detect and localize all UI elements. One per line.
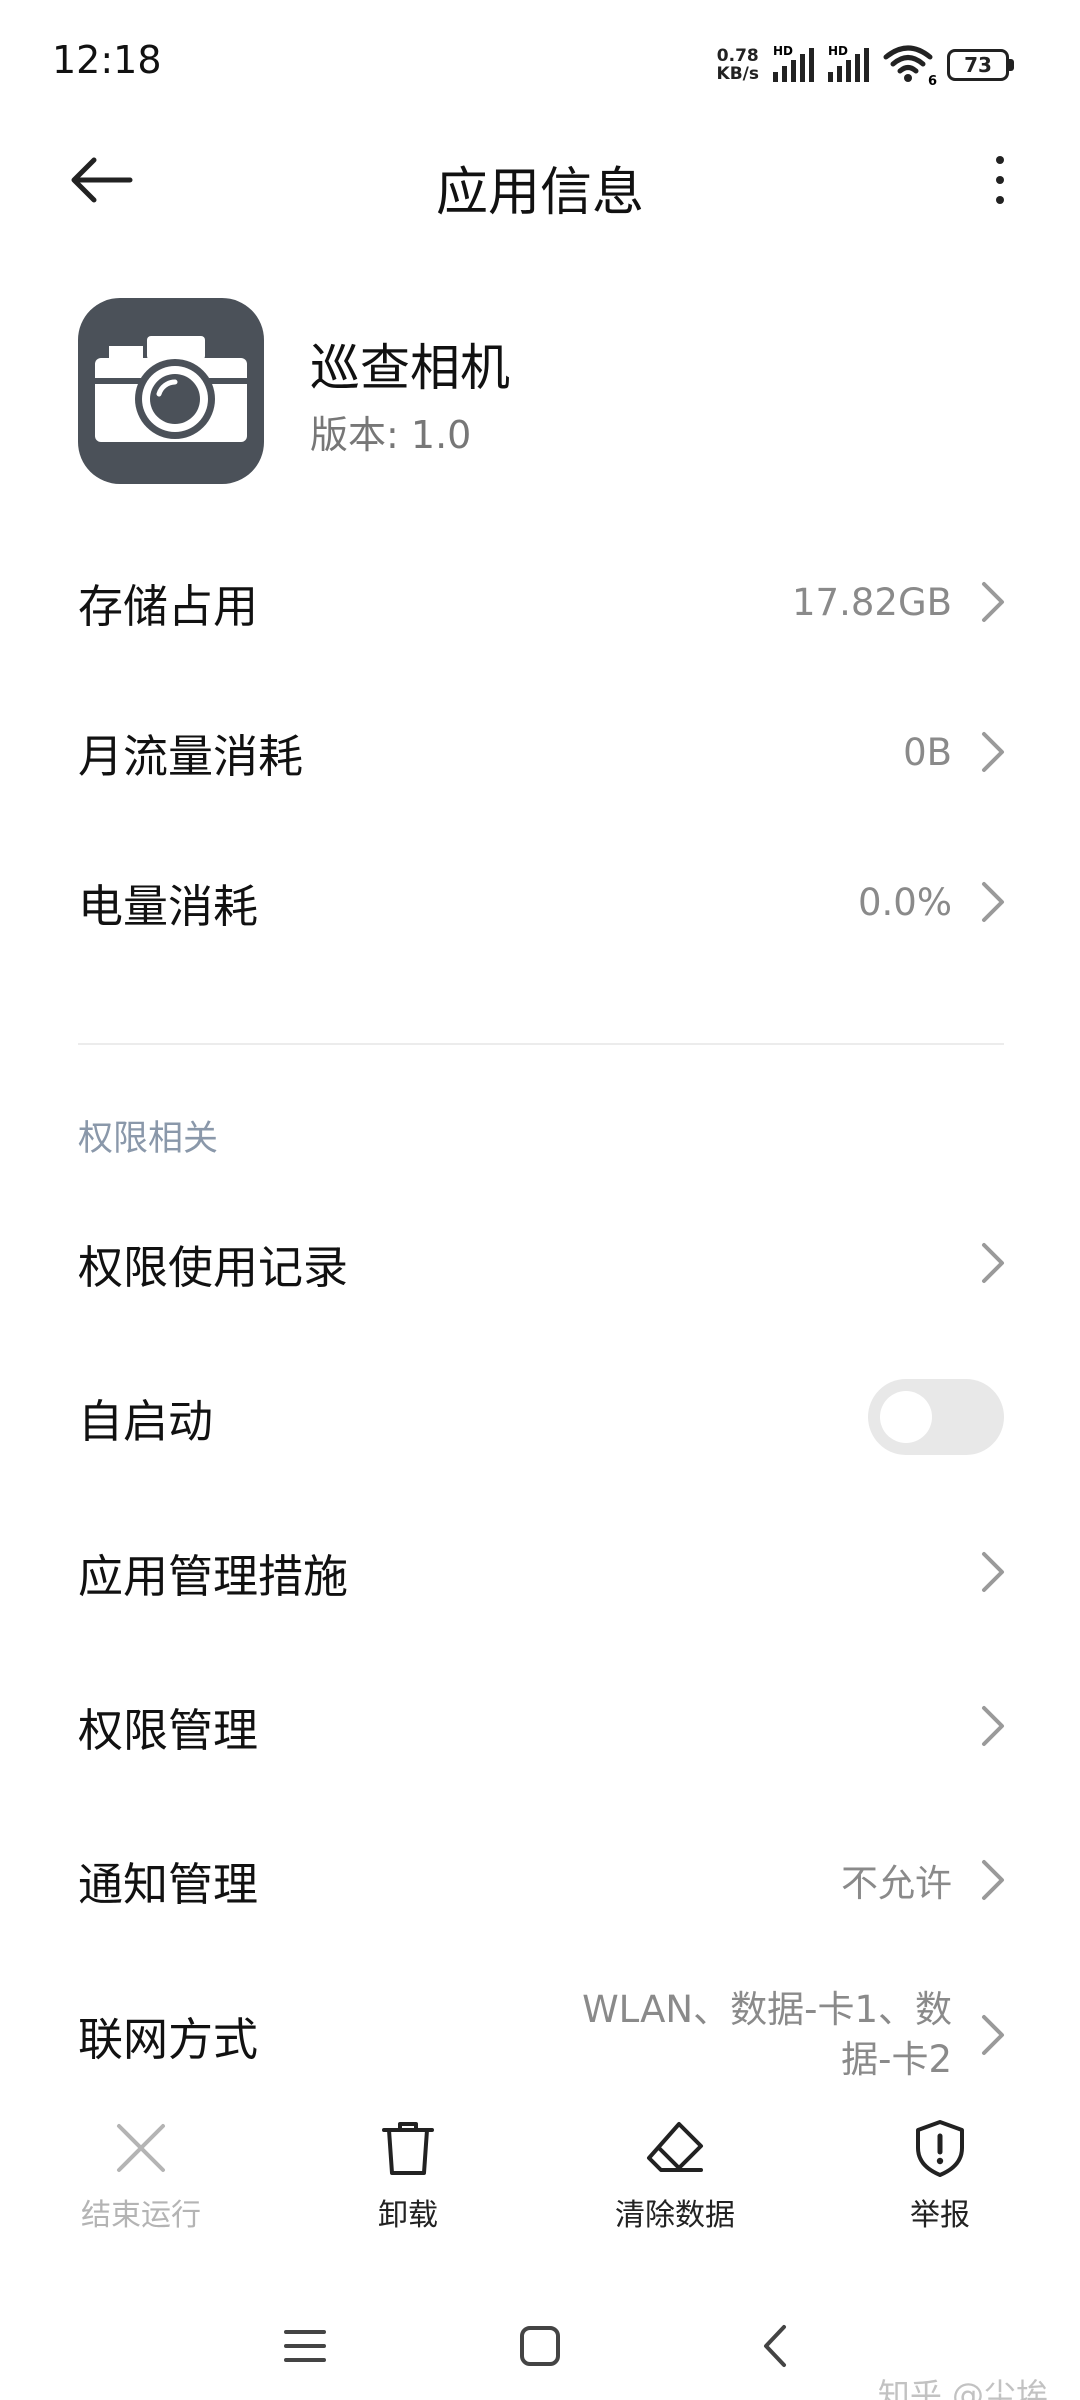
permission-management-label: 权限管理 xyxy=(78,1703,259,1757)
battery-level: 73 xyxy=(964,53,992,77)
home-square-icon xyxy=(520,2326,560,2366)
app-version-label: 版本: xyxy=(310,413,399,457)
app-version: 版本: 1.0 xyxy=(310,404,471,459)
chevron-right-icon xyxy=(982,882,1004,922)
recent-apps-button[interactable] xyxy=(265,2306,345,2386)
autostart-row: 自启动 xyxy=(0,1342,1080,1492)
close-icon xyxy=(117,2124,165,2172)
shield-alert-icon xyxy=(916,2120,964,2177)
autostart-label: 自启动 xyxy=(78,1394,214,1448)
management-measures-row[interactable]: 应用管理措施 xyxy=(0,1497,1080,1647)
more-vertical-icon xyxy=(996,156,1004,164)
force-stop-label: 结束运行 xyxy=(81,2198,201,2233)
sim2-hd-label: HD xyxy=(828,44,849,58)
watermark: 知乎 @尘埃 xyxy=(877,2376,1048,2400)
notification-management-label: 通知管理 xyxy=(78,1857,259,1911)
clear-data-button[interactable]: 清除数据 xyxy=(575,2090,775,2240)
back-nav-button[interactable] xyxy=(735,2306,815,2386)
report-button[interactable]: 举报 xyxy=(840,2090,1040,2240)
battery-usage-row[interactable]: 电量消耗 0.0% xyxy=(0,827,1080,977)
chevron-left-icon xyxy=(764,2325,786,2367)
uninstall-label: 卸载 xyxy=(378,2198,438,2233)
chevron-right-icon xyxy=(982,1552,1004,1592)
battery-icon: 73 xyxy=(947,49,1014,81)
eraser-icon xyxy=(647,2122,703,2172)
status-icons: 0.78 KB/s HD HD 6 73 xyxy=(717,40,1014,90)
battery-usage-value: 0.0% xyxy=(858,880,952,924)
notification-management-row[interactable]: 通知管理 不允许 xyxy=(0,1805,1080,1955)
network-speed-value: 0.78 xyxy=(716,46,759,66)
permission-usage-record-row[interactable]: 权限使用记录 xyxy=(0,1188,1080,1338)
wifi-label: 6 xyxy=(927,74,937,89)
chevron-right-icon xyxy=(982,1243,1004,1283)
menu-icon xyxy=(284,2330,326,2362)
wifi-icon xyxy=(883,45,933,82)
report-label: 举报 xyxy=(910,2198,970,2233)
management-measures-label: 应用管理措施 xyxy=(78,1549,349,1603)
trash-icon xyxy=(382,2122,434,2175)
network-speed: 0.78 KB/s xyxy=(717,47,759,83)
status-bar: 12:18 0.78 KB/s HD HD 6 73 xyxy=(0,0,1080,120)
battery-usage-label: 电量消耗 xyxy=(78,879,259,933)
permission-usage-record-label: 权限使用记录 xyxy=(78,1240,349,1294)
permissions-section-title: 权限相关 xyxy=(78,1119,219,1159)
data-usage-value: 0B xyxy=(903,730,952,774)
app-name: 巡查相机 xyxy=(310,339,510,397)
camera-icon xyxy=(91,336,251,442)
toggle-knob xyxy=(880,1391,932,1443)
chevron-right-icon xyxy=(982,732,1004,772)
storage-row[interactable]: 存储占用 17.82GB xyxy=(0,527,1080,677)
data-usage-row[interactable]: 月流量消耗 0B xyxy=(0,677,1080,827)
status-time: 12:18 xyxy=(52,38,162,82)
signal-sim1-icon: HD xyxy=(773,44,814,82)
storage-label: 存储占用 xyxy=(78,579,259,633)
more-options-button[interactable] xyxy=(970,144,1030,216)
home-button[interactable] xyxy=(500,2306,580,2386)
autostart-toggle[interactable] xyxy=(868,1379,1004,1455)
data-usage-label: 月流量消耗 xyxy=(78,729,304,783)
chevron-right-icon xyxy=(982,1860,1004,1900)
network-mode-label: 联网方式 xyxy=(78,2012,259,2066)
signal-sim2-icon: HD xyxy=(828,44,869,82)
app-version-value: 1.0 xyxy=(410,413,472,457)
sim1-hd-label: HD xyxy=(773,44,794,58)
app-summary: 巡查相机 版本: 1.0 xyxy=(78,298,1008,488)
chevron-right-icon xyxy=(982,2015,1004,2055)
network-mode-value: WLAN、数据-卡1、数据-卡2 xyxy=(582,1988,952,2081)
notification-management-value: 不允许 xyxy=(841,1862,952,1905)
section-divider xyxy=(78,1043,1004,1045)
bottom-action-bar: 结束运行 卸载 清除数据 举报 xyxy=(0,2090,1080,2240)
clear-data-label: 清除数据 xyxy=(615,2198,735,2233)
wifi-status: 6 xyxy=(883,43,937,89)
app-info-screen: 12:18 0.78 KB/s HD HD 6 73 应用信息 巡查相机 版本:… xyxy=(0,0,1080,2400)
force-stop-button[interactable]: 结束运行 xyxy=(41,2090,241,2240)
storage-value: 17.82GB xyxy=(792,580,952,624)
network-mode-row[interactable]: 联网方式 WLAN、数据-卡1、数据-卡2 xyxy=(0,1960,1080,2110)
app-icon xyxy=(78,298,264,484)
network-speed-unit: KB/s xyxy=(716,64,759,84)
uninstall-button[interactable]: 卸载 xyxy=(308,2090,508,2240)
chevron-right-icon xyxy=(982,582,1004,622)
header: 应用信息 xyxy=(0,120,1080,240)
chevron-right-icon xyxy=(982,1706,1004,1746)
page-title: 应用信息 xyxy=(435,163,644,223)
permission-management-row[interactable]: 权限管理 xyxy=(0,1651,1080,1801)
